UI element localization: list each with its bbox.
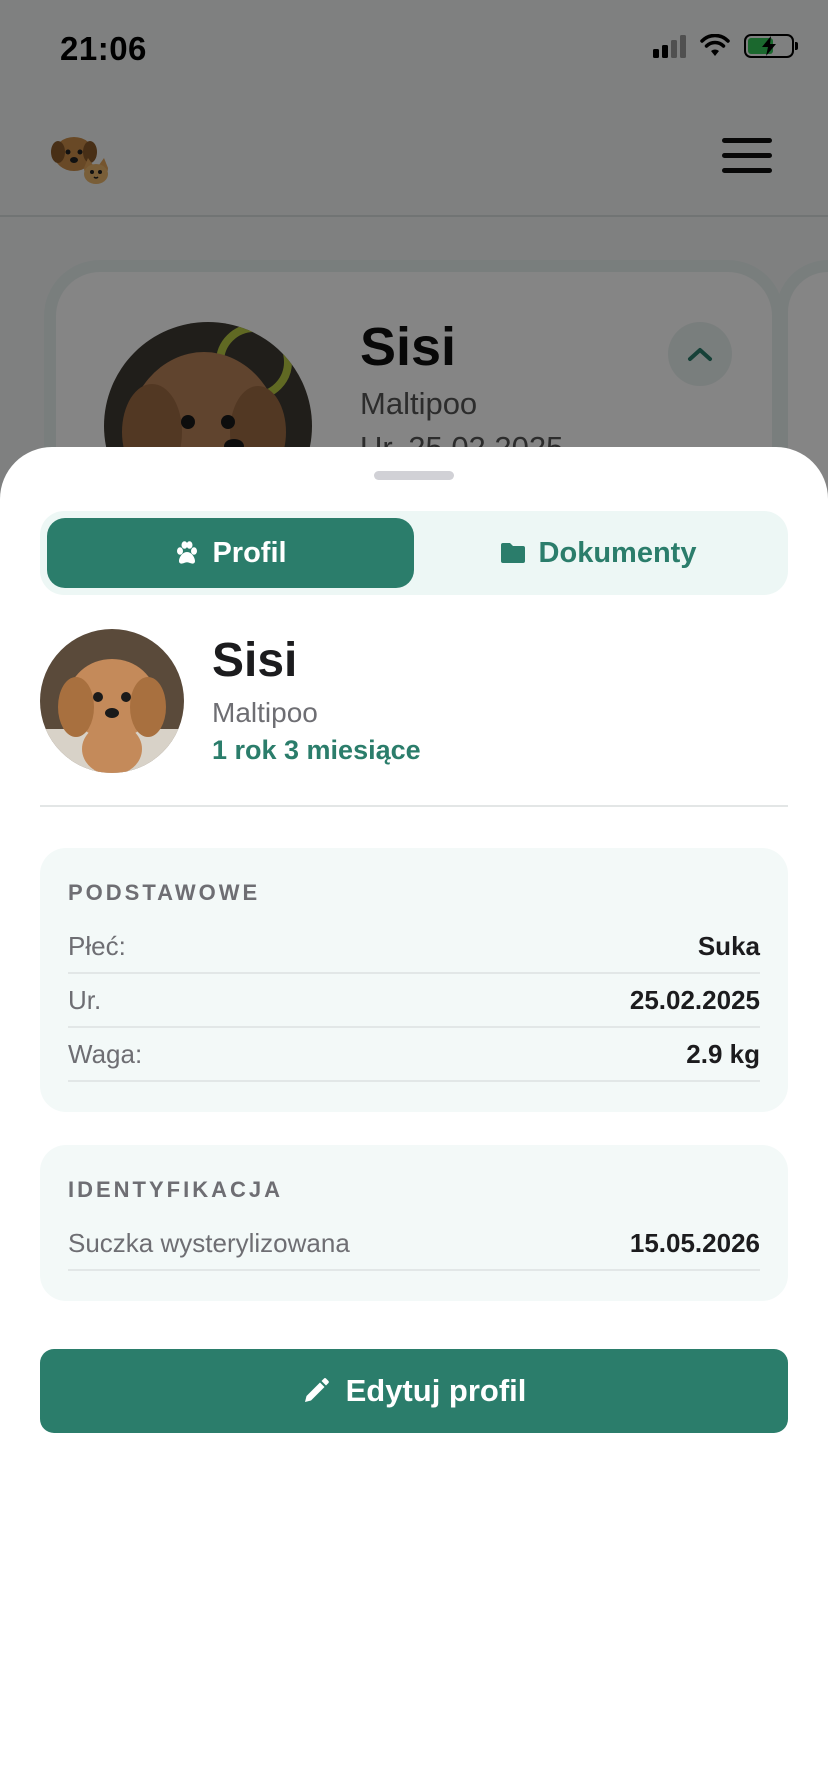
info-value: Suka bbox=[697, 930, 760, 961]
tab-profile[interactable]: Profil bbox=[47, 518, 414, 588]
info-row-sex: Płeć: Suka bbox=[68, 920, 760, 974]
pet-details-sheet: Profil Dokumenty Sisi Maltipoo 1 rok 3 m… bbox=[0, 447, 828, 1792]
tab-documents-label: Dokumenty bbox=[538, 536, 697, 569]
basic-info-card: PODSTAWOWE Płeć: Suka Ur. 25.02.2025 Wag… bbox=[40, 848, 788, 1112]
tab-bar: Profil Dokumenty bbox=[40, 511, 788, 595]
basic-info-title: PODSTAWOWE bbox=[68, 880, 261, 905]
identification-title: IDENTYFIKACJA bbox=[68, 1177, 284, 1202]
pencil-icon bbox=[304, 1378, 329, 1402]
divider bbox=[40, 805, 788, 807]
pet-avatar bbox=[40, 629, 184, 773]
tab-profile-label: Profil bbox=[212, 536, 287, 569]
info-label: Ur. bbox=[68, 984, 102, 1015]
folder-icon bbox=[500, 543, 525, 563]
edit-profile-button[interactable]: Edytuj profil bbox=[40, 1349, 788, 1433]
info-label: Suczka wysterylizowana bbox=[68, 1227, 350, 1258]
info-value: 15.05.2026 bbox=[629, 1227, 760, 1258]
pet-age: 1 rok 3 miesiące bbox=[212, 735, 421, 765]
info-row-weight: Waga: 2.9 kg bbox=[68, 1028, 760, 1082]
pet-breed: Maltipoo bbox=[212, 697, 318, 728]
pet-name: Sisi bbox=[212, 634, 298, 687]
tab-documents[interactable]: Dokumenty bbox=[414, 518, 781, 588]
pet-summary: Sisi Maltipoo 1 rok 3 miesiące bbox=[40, 629, 788, 779]
info-label: Waga: bbox=[68, 1038, 143, 1069]
info-label: Płeć: bbox=[68, 930, 126, 961]
identification-card: IDENTYFIKACJA Suczka wysterylizowana 15.… bbox=[40, 1145, 788, 1301]
sheet-grabber[interactable] bbox=[374, 471, 454, 480]
info-row-sterilized: Suczka wysterylizowana 15.05.2026 bbox=[68, 1217, 760, 1271]
paw-icon bbox=[177, 541, 198, 564]
info-value: 2.9 kg bbox=[686, 1038, 760, 1069]
info-value: 25.02.2025 bbox=[629, 984, 760, 1015]
info-row-birthdate: Ur. 25.02.2025 bbox=[68, 974, 760, 1028]
edit-profile-label: Edytuj profil bbox=[345, 1373, 527, 1408]
